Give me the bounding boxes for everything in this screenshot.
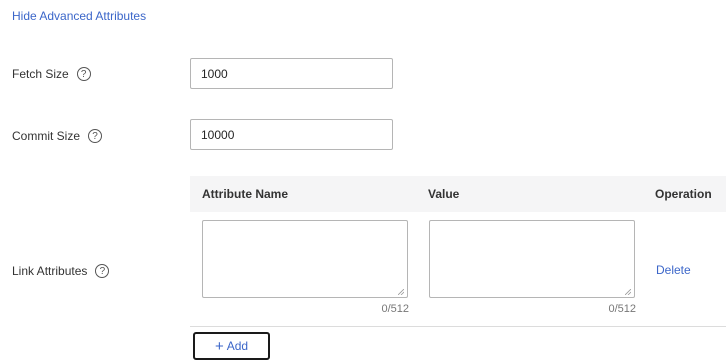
resize-grip-icon — [625, 289, 631, 295]
value-textarea[interactable] — [429, 220, 635, 298]
column-header-value: Value — [428, 187, 460, 201]
link-attributes-help-icon[interactable]: ? — [95, 264, 110, 278]
table-row-divider — [190, 326, 726, 327]
attributes-table-header: Attribute Name Value Operation — [190, 176, 726, 212]
link-attributes-label-row: Link Attributes ? — [12, 264, 110, 278]
add-attribute-label: Add — [226, 339, 249, 353]
fetch-size-help-icon[interactable]: ? — [76, 67, 91, 81]
value-counter: 0/512 — [608, 303, 636, 315]
fetch-size-input[interactable] — [190, 58, 393, 89]
link-attributes-label: Link Attributes — [12, 264, 88, 278]
fetch-size-label: Fetch Size — [12, 67, 69, 81]
delete-row-link[interactable]: Delete — [656, 263, 691, 277]
commit-size-label-row: Commit Size ? — [12, 129, 103, 143]
commit-size-input[interactable] — [190, 119, 393, 150]
attribute-name-textarea[interactable] — [202, 220, 408, 298]
add-attribute-button[interactable]: + Add — [193, 332, 270, 360]
commit-size-help-icon[interactable]: ? — [88, 129, 103, 143]
attribute-name-counter: 0/512 — [381, 303, 409, 315]
column-header-operation: Operation — [655, 187, 712, 201]
hide-advanced-attributes-link[interactable]: Hide Advanced Attributes — [12, 9, 146, 23]
commit-size-label: Commit Size — [12, 129, 81, 143]
plus-icon: + — [214, 337, 224, 355]
resize-grip-icon — [398, 289, 404, 295]
column-header-attribute-name: Attribute Name — [202, 187, 289, 201]
fetch-size-label-row: Fetch Size ? — [12, 67, 91, 81]
